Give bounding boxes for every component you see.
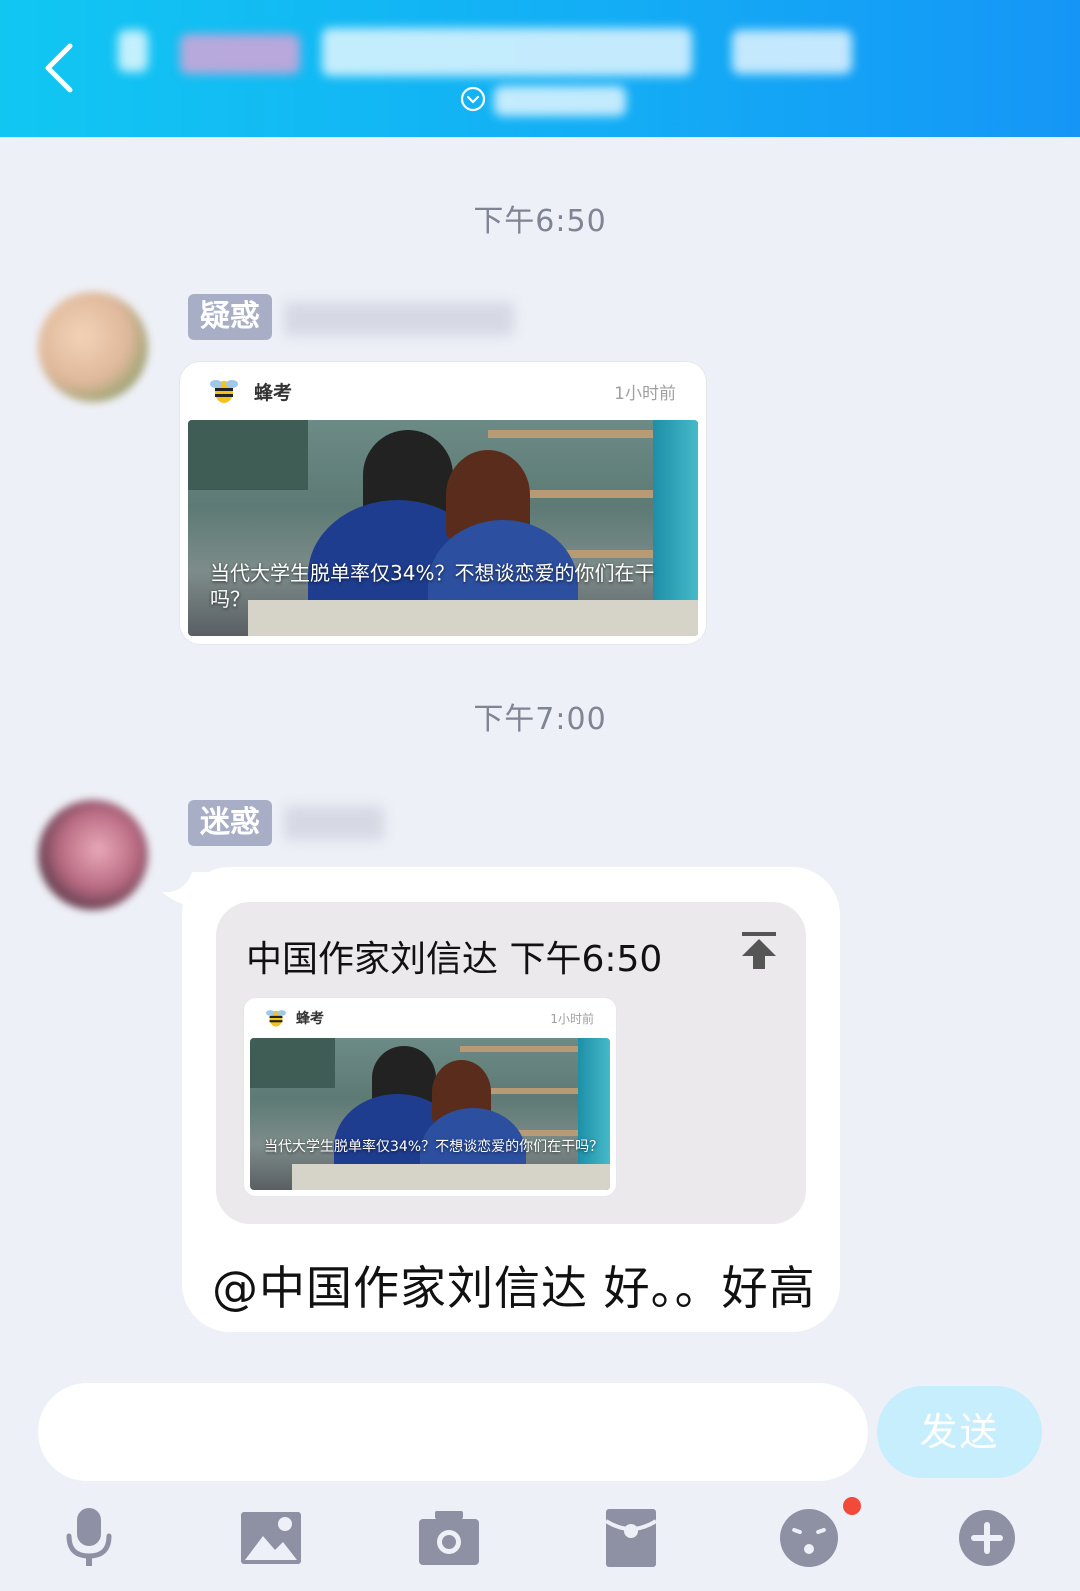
header-title-redacted[interactable] — [180, 34, 300, 74]
send-button[interactable]: 发送 — [877, 1386, 1042, 1478]
message-timestamp: 下午7:00 — [473, 702, 607, 737]
sender-badge: 疑惑 — [188, 294, 272, 340]
card-source: 蜂考 — [254, 381, 293, 404]
card-caption: 当代大学生脱单率仅34%？不想谈恋爱的你们在干吗？ — [264, 1139, 604, 1155]
bee-logo-icon — [266, 1010, 286, 1027]
chat-header — [0, 0, 1080, 137]
header-title-redacted[interactable] — [322, 28, 692, 76]
card-header: 蜂考 1小时前 — [180, 362, 706, 420]
card-thumbnail: 当代大学生脱单率仅34%？不想谈恋爱的你们在干吗？ — [250, 1038, 610, 1190]
image-button[interactable] — [236, 1503, 306, 1573]
quoted-message-header: 中国作家刘信达 下午6:50 — [246, 939, 663, 980]
emoji-button[interactable] — [774, 1503, 844, 1573]
image-icon — [241, 1512, 301, 1564]
card-thumbnail: 当代大学生脱单率仅34%？不想谈恋爱的你们在干吗？ — [188, 420, 698, 636]
jump-to-top-icon[interactable] — [740, 930, 778, 970]
microphone-icon — [66, 1508, 112, 1566]
card-header: 蜂考 1小时前 — [244, 998, 616, 1038]
notification-dot — [843, 1497, 861, 1515]
camera-icon — [419, 1511, 479, 1565]
sender-badge: 迷惑 — [188, 800, 272, 846]
avatar[interactable] — [38, 292, 148, 402]
bee-logo-icon — [210, 380, 238, 403]
chevron-left-icon — [45, 43, 73, 93]
voice-button[interactable] — [54, 1503, 124, 1573]
message-input[interactable] — [38, 1383, 868, 1481]
header-title-redacted[interactable] — [118, 30, 148, 72]
red-packet-button[interactable] — [596, 1503, 666, 1573]
red-packet-icon — [604, 1509, 658, 1567]
message-text: @中国作家刘信达 好。。好高 — [212, 1261, 816, 1315]
more-button[interactable] — [952, 1503, 1022, 1573]
card-time: 1小时前 — [614, 383, 676, 404]
sender-name-redacted — [284, 302, 514, 336]
chevron-down-circle-icon[interactable] — [460, 86, 486, 112]
message-timestamp: 下午6:50 — [473, 204, 607, 239]
plus-icon — [959, 1510, 1015, 1566]
card-source: 蜂考 — [296, 1011, 324, 1027]
avatar[interactable] — [38, 800, 148, 910]
camera-button[interactable] — [414, 1503, 484, 1573]
card-caption: 当代大学生脱单率仅34%？不想谈恋爱的你们在干吗？ — [210, 561, 655, 611]
header-subtitle-redacted[interactable] — [494, 86, 626, 116]
card-time: 1小时前 — [550, 1011, 594, 1026]
quoted-link-card[interactable]: 蜂考 1小时前 当代大学生脱单率仅34%？不想谈恋爱的你们在干吗？ — [244, 998, 616, 1196]
sender-name-redacted — [284, 806, 384, 840]
shared-link-card[interactable]: 蜂考 1小时前 当代大学生脱单率仅34%？不想谈恋爱的你们在干吗？ — [180, 362, 706, 644]
back-button[interactable] — [40, 38, 80, 98]
emoji-icon — [780, 1509, 838, 1567]
header-title-redacted[interactable] — [732, 30, 852, 74]
